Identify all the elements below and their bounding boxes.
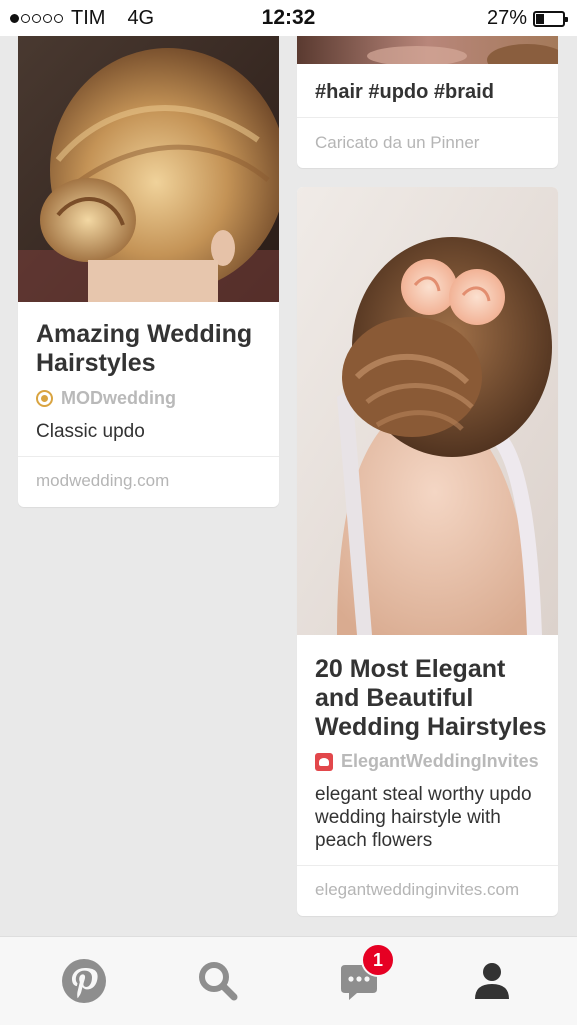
pin-description: Classic updo bbox=[36, 421, 145, 442]
pinner-label: ElegantWeddingInvites bbox=[341, 751, 539, 771]
pin-card-elegant-hairstyles[interactable]: 20 Most Elegant and Beautiful Wedding Ha… bbox=[297, 187, 558, 916]
pin-tags[interactable]: #hair #updo #braid bbox=[315, 80, 494, 104]
notification-badge: 1 bbox=[361, 943, 395, 977]
status-bar: TIM 4G 12:32 27% bbox=[0, 0, 577, 36]
tab-search[interactable] bbox=[182, 937, 254, 1025]
pin-uploader: Caricato da un Pinner bbox=[315, 133, 480, 152]
pinterest-logo-icon bbox=[62, 959, 106, 1003]
pin-description: elegant steal worthy updo wedding hairst… bbox=[315, 784, 532, 851]
card-divider bbox=[297, 865, 558, 866]
pin-title[interactable]: 20 Most Elegant and Beautiful Wedding Ha… bbox=[315, 655, 550, 742]
modwedding-logo-icon bbox=[36, 390, 53, 407]
pin-title[interactable]: Amazing Wedding Hairstyles bbox=[36, 320, 266, 378]
elegantweddinginvites-logo-icon bbox=[315, 752, 333, 771]
bottom-tab-bar: 1 bbox=[0, 936, 577, 1025]
pin-source-link[interactable]: modwedding.com bbox=[36, 471, 169, 491]
tab-home[interactable] bbox=[48, 937, 120, 1025]
pin-image-bride-updo[interactable] bbox=[297, 187, 558, 635]
card-divider bbox=[18, 456, 279, 457]
search-icon bbox=[199, 962, 238, 1001]
tab-messages[interactable]: 1 bbox=[323, 937, 395, 1025]
pin-source-link[interactable]: elegantweddinginvites.com bbox=[315, 880, 519, 900]
pin-card-amazing-wedding[interactable]: Amazing Wedding Hairstyles MODwedding Cl… bbox=[18, 20, 279, 507]
status-right: 27% bbox=[486, 7, 568, 30]
battery-percent: 27% bbox=[486, 7, 527, 29]
profile-icon bbox=[475, 963, 509, 999]
card-divider bbox=[297, 117, 558, 118]
pin-card-tags[interactable]: #hair #updo #braid Caricato da un Pinner bbox=[297, 20, 558, 168]
pinner-name[interactable]: ElegantWeddingInvites bbox=[315, 751, 539, 772]
pinner-label: MODwedding bbox=[61, 388, 176, 408]
battery-icon bbox=[533, 10, 568, 27]
pin-image-updo[interactable] bbox=[18, 20, 279, 302]
tab-profile[interactable] bbox=[456, 937, 528, 1025]
pinner-name[interactable]: MODwedding bbox=[36, 388, 176, 409]
